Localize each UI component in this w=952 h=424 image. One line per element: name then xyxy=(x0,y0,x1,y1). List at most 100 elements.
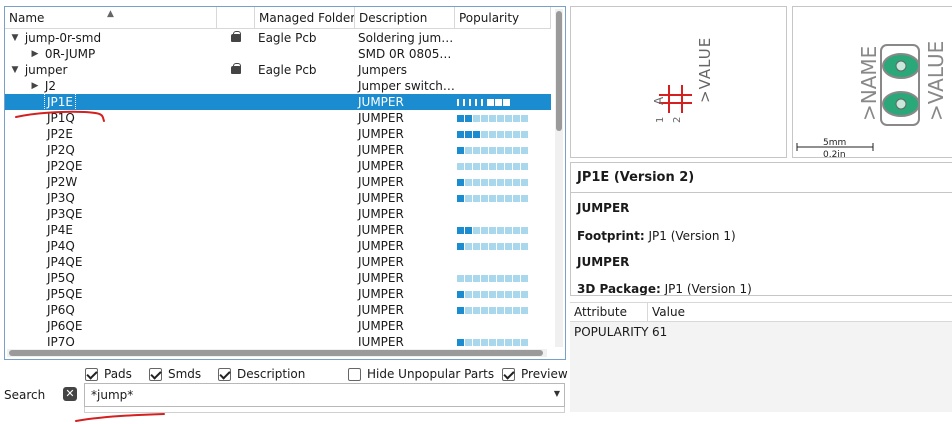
row-name-cell: JP1E xyxy=(5,94,217,110)
row-name: JP3QE xyxy=(47,207,83,221)
table-row[interactable]: JP3Q JUMPER xyxy=(5,190,551,206)
checkbox-box[interactable] xyxy=(502,367,515,381)
table-row[interactable]: JP2E JUMPER xyxy=(5,126,551,142)
table-row[interactable]: JP2W JUMPER xyxy=(5,174,551,190)
checkbox-box[interactable] xyxy=(85,367,98,381)
preview-checkbox[interactable]: Preview xyxy=(502,366,568,382)
footprint-preview: >NAME >VALUE 5mm 0.2in xyxy=(792,6,952,158)
checkbox-box[interactable] xyxy=(218,367,231,381)
library-row[interactable]: ▼ jumper Eagle Pcb Jumpers xyxy=(5,62,551,78)
library-row[interactable]: ▼ jump-0r-smd Eagle Pcb Soldering jump... xyxy=(5,30,551,46)
library-tree[interactable]: Name ▲ Managed Folder Description Popula… xyxy=(4,6,566,360)
popularity-bar xyxy=(489,194,496,202)
popularity-bar xyxy=(497,226,504,234)
column-header-value[interactable]: Value xyxy=(648,303,952,321)
popularity-bar xyxy=(473,226,480,234)
row-popularity xyxy=(455,286,551,302)
popularity-bars xyxy=(457,290,528,298)
row-description: JUMPER xyxy=(358,303,404,317)
popularity-bars xyxy=(457,226,528,234)
row-folder xyxy=(255,190,355,206)
search-combobox[interactable]: ▼ xyxy=(84,383,565,407)
row-folder xyxy=(255,334,355,346)
row-name-cell: JP5QE xyxy=(5,286,217,302)
column-header-lock[interactable] xyxy=(217,7,255,29)
scroll-thumb[interactable] xyxy=(556,11,562,131)
table-row[interactable]: JP6QE JUMPER xyxy=(5,318,551,334)
vertical-scrollbar[interactable] xyxy=(555,9,563,347)
package3d-value-link[interactable]: JP1 (Version 1) xyxy=(665,282,752,295)
device-group-row[interactable]: ▶ J2 Jumper switch ... xyxy=(5,78,551,94)
checkbox-box[interactable] xyxy=(149,367,162,381)
expanded-arrow-icon[interactable]: ▼ xyxy=(9,62,21,78)
column-header-name[interactable]: Name ▲ xyxy=(5,7,217,29)
hand-drawn-underline xyxy=(75,413,165,422)
scroll-thumb[interactable] xyxy=(9,350,543,356)
attribute-value: 61 xyxy=(652,325,668,339)
row-name-cell: JP2W xyxy=(5,174,217,190)
row-folder xyxy=(255,206,355,222)
row-name: 0R-JUMP xyxy=(44,47,96,61)
table-row[interactable]: JP5Q JUMPER xyxy=(5,270,551,286)
clear-search-icon[interactable]: ✕ xyxy=(63,387,77,401)
table-row[interactable]: JP2QE JUMPER xyxy=(5,158,551,174)
popularity-bar xyxy=(481,114,488,122)
row-popularity xyxy=(455,222,551,238)
table-row[interactable]: JP1E JUMPER xyxy=(5,94,551,110)
popularity-bar xyxy=(505,194,512,202)
popularity-bar xyxy=(497,306,504,314)
popularity-bars xyxy=(457,306,528,314)
row-description: JUMPER xyxy=(358,191,404,205)
collapsed-arrow-icon[interactable]: ▶ xyxy=(29,46,41,62)
table-row[interactable]: JP4QE JUMPER xyxy=(5,254,551,270)
attribute-name: POPULARITY xyxy=(574,325,649,339)
attributes-panel: Attribute Value POPULARITY 61 xyxy=(570,302,952,412)
symbol-pin1-label: 1 xyxy=(655,117,666,123)
hide-unpopular-checkbox[interactable]: Hide Unpopular Parts xyxy=(348,366,494,382)
row-description: JUMPER xyxy=(358,95,404,109)
popularity-bar xyxy=(465,114,472,122)
table-row[interactable]: JP5QE JUMPER xyxy=(5,286,551,302)
smds-checkbox[interactable]: Smds xyxy=(149,366,201,382)
table-row[interactable]: JP6Q JUMPER xyxy=(5,302,551,318)
table-row[interactable]: JP4Q JUMPER xyxy=(5,238,551,254)
row-folder xyxy=(255,174,355,190)
row-popularity xyxy=(455,110,551,126)
description-checkbox[interactable]: Description xyxy=(218,366,305,382)
chevron-down-icon[interactable]: ▼ xyxy=(554,389,560,398)
column-header-managed-folder[interactable]: Managed Folder xyxy=(255,7,355,29)
column-header-attribute[interactable]: Attribute xyxy=(570,303,648,321)
collapsed-arrow-icon[interactable]: ▶ xyxy=(29,78,41,94)
popularity-bar xyxy=(489,146,496,154)
table-row[interactable]: JP3QE JUMPER xyxy=(5,206,551,222)
row-folder xyxy=(255,142,355,158)
popularity-bar xyxy=(473,194,480,202)
row-name-cell: ▼ jumper xyxy=(5,62,217,78)
expanded-arrow-icon[interactable]: ▼ xyxy=(9,30,21,46)
table-row[interactable]: JP2Q JUMPER xyxy=(5,142,551,158)
row-description: JUMPER xyxy=(358,239,404,253)
pads-checkbox[interactable]: Pads xyxy=(85,366,132,382)
column-header-popularity[interactable]: Popularity xyxy=(455,7,551,29)
symbol-part-label: A xyxy=(652,96,666,105)
popularity-bar xyxy=(481,130,488,138)
footprint-value-link[interactable]: JP1 (Version 1) xyxy=(648,229,735,243)
checkbox-box[interactable] xyxy=(348,367,361,381)
popularity-bar xyxy=(457,290,464,298)
popularity-bar xyxy=(465,306,472,314)
popularity-bar xyxy=(497,130,504,138)
device-group-row[interactable]: ▶ 0R-JUMP SMD 0R 0805 J... xyxy=(5,46,551,62)
row-lock-cell xyxy=(217,30,255,46)
column-header-description[interactable]: Description xyxy=(355,7,455,29)
popularity-bars xyxy=(457,178,528,186)
horizontal-scrollbar[interactable] xyxy=(7,349,547,357)
popularity-bar xyxy=(489,242,496,250)
row-description: Jumper switch ... xyxy=(358,79,455,93)
popularity-bar xyxy=(513,274,520,282)
row-name-cell: JP4QE xyxy=(5,254,217,270)
attribute-row[interactable]: POPULARITY 61 xyxy=(570,322,952,342)
row-folder xyxy=(255,286,355,302)
table-row[interactable]: JP4E JUMPER xyxy=(5,222,551,238)
search-input[interactable] xyxy=(85,384,535,406)
table-row[interactable]: JP7Q JUMPER xyxy=(5,334,551,346)
